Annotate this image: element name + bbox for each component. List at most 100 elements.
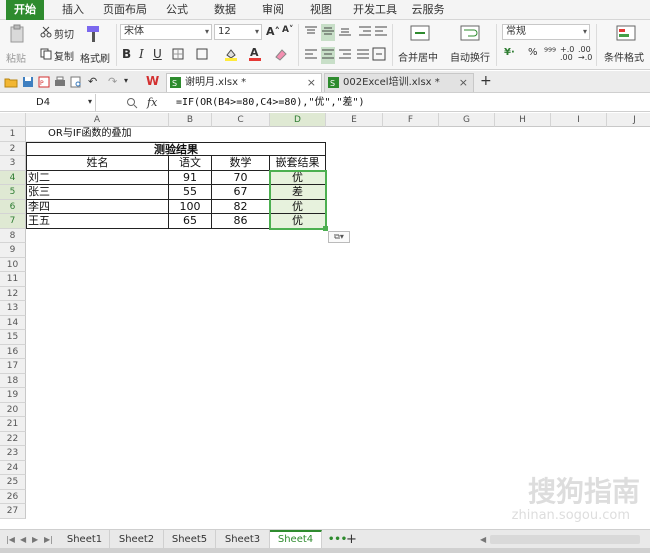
column-header-e[interactable]: E: [326, 113, 383, 127]
align-left-icon[interactable]: [304, 48, 318, 63]
row-header-25[interactable]: 25: [0, 475, 26, 490]
formula-input[interactable]: =IF(OR(B4>=80,C4>=80),"优","差"): [176, 94, 365, 112]
column-header-a[interactable]: A: [26, 113, 169, 127]
cell-title[interactable]: 测验结果: [26, 141, 326, 156]
export-pdf-icon[interactable]: P: [38, 76, 50, 91]
save-icon[interactable]: [22, 76, 34, 91]
result-cell[interactable]: 优: [270, 170, 326, 185]
column-header-g[interactable]: G: [439, 113, 495, 127]
currency-icon[interactable]: ¥·: [504, 47, 515, 58]
chevron-down-icon[interactable]: ▾: [124, 76, 128, 85]
autofill-options-icon[interactable]: ⧉▾: [328, 230, 350, 243]
sheet-tab-sheet2[interactable]: Sheet2: [110, 530, 164, 549]
cut-button[interactable]: 剪切: [54, 26, 74, 41]
column-header-h[interactable]: H: [495, 113, 551, 127]
print-preview-icon[interactable]: [70, 76, 82, 91]
distributed-icon[interactable]: [372, 47, 386, 64]
zoom-icon[interactable]: [126, 97, 138, 112]
percent-icon[interactable]: %: [528, 47, 538, 58]
format-painter-icon[interactable]: [84, 24, 102, 47]
font-shrink-icon[interactable]: A˅: [282, 25, 293, 35]
wrap-text-button[interactable]: 自动换行: [450, 49, 490, 64]
tab-insert[interactable]: 插入: [56, 0, 90, 20]
tab-developer[interactable]: 开发工具: [350, 0, 400, 20]
number-format-select[interactable]: 常规 ▾: [502, 24, 590, 40]
column-header-b[interactable]: B: [169, 113, 212, 127]
column-header-f[interactable]: F: [383, 113, 439, 127]
last-sheet-icon[interactable]: ▶|: [44, 530, 53, 549]
font-color-icon[interactable]: A: [248, 46, 262, 64]
merge-icon[interactable]: [196, 48, 210, 63]
align-center-icon[interactable]: [321, 47, 335, 64]
data-cell[interactable]: 100: [169, 199, 212, 214]
row-header-1[interactable]: 1: [0, 127, 26, 142]
add-sheet-icon[interactable]: +: [346, 530, 357, 549]
prev-sheet-icon[interactable]: ◀: [20, 530, 26, 549]
close-icon[interactable]: ×: [459, 74, 468, 92]
decrease-decimal-icon[interactable]: .00 →.0: [578, 46, 592, 62]
data-cell[interactable]: 91: [169, 170, 212, 185]
data-cell[interactable]: 王五: [26, 214, 169, 229]
row-header-8[interactable]: 8: [0, 228, 26, 243]
chevron-down-icon[interactable]: ▾: [88, 97, 92, 106]
indent-icon[interactable]: [358, 25, 372, 40]
data-cell[interactable]: 刘二: [26, 170, 169, 185]
align-middle-icon[interactable]: [321, 24, 335, 41]
new-tab-icon[interactable]: +: [480, 73, 492, 89]
font-name-select[interactable]: 宋体 ▾: [120, 24, 212, 40]
row-header-15[interactable]: 15: [0, 330, 26, 345]
increase-decimal-icon[interactable]: +.0.00: [560, 46, 574, 62]
align-right-icon[interactable]: [338, 48, 352, 63]
row-header-19[interactable]: 19: [0, 388, 26, 403]
paste-button-label[interactable]: 粘贴: [6, 50, 26, 65]
bold-icon[interactable]: B: [122, 47, 131, 61]
name-box[interactable]: D4: [0, 94, 96, 112]
paste-icon[interactable]: [8, 24, 26, 47]
cut-icon[interactable]: [40, 26, 52, 41]
fill-color-icon[interactable]: [224, 47, 238, 64]
align-bottom-icon[interactable]: [338, 25, 352, 40]
copy-button[interactable]: 复制: [54, 48, 74, 63]
clear-format-icon[interactable]: [274, 47, 288, 64]
row-header-21[interactable]: 21: [0, 417, 26, 432]
row-header-17[interactable]: 17: [0, 359, 26, 374]
row-header-10[interactable]: 10: [0, 257, 26, 272]
row-header-6[interactable]: 6: [0, 199, 26, 214]
tab-data[interactable]: 数据: [208, 0, 242, 20]
select-all-corner[interactable]: [0, 113, 26, 127]
doc-tab-excel-training[interactable]: 002Excel培训.xlsx * ×: [324, 73, 474, 92]
row-header-14[interactable]: 14: [0, 315, 26, 330]
border-icon[interactable]: [172, 48, 186, 63]
underline-icon[interactable]: U: [153, 47, 162, 61]
worksheet-grid[interactable]: A B C D E F G H I J 1 2 3 4 5 6 7 8 9 10 11 12 13 14 15 16 17 18 19 2…: [0, 113, 650, 529]
row-header-4[interactable]: 4: [0, 170, 26, 185]
sheet-tab-sheet1[interactable]: Sheet1: [60, 530, 110, 549]
row-header-24[interactable]: 24: [0, 460, 26, 475]
italic-icon[interactable]: I: [139, 47, 144, 61]
row-header-26[interactable]: 26: [0, 489, 26, 504]
data-cell[interactable]: 82: [212, 199, 270, 214]
data-cell[interactable]: 李四: [26, 199, 169, 214]
tab-cloud[interactable]: 云服务: [408, 0, 448, 20]
data-cell[interactable]: 86: [212, 214, 270, 229]
tab-formulas[interactable]: 公式: [160, 0, 194, 20]
data-cell[interactable]: 张三: [26, 185, 169, 200]
row-header-16[interactable]: 16: [0, 344, 26, 359]
align-top-icon[interactable]: [304, 25, 318, 40]
row-header-7[interactable]: 7: [0, 214, 26, 229]
row-header-27[interactable]: 27: [0, 504, 26, 519]
more-sheets-icon[interactable]: •••: [328, 530, 347, 549]
conditional-format-button[interactable]: 条件格式: [604, 49, 644, 64]
row-header-11[interactable]: 11: [0, 272, 26, 287]
row-header-12[interactable]: 12: [0, 286, 26, 301]
header-cell[interactable]: 嵌套结果: [270, 156, 326, 171]
sheet-tab-sheet3[interactable]: Sheet3: [216, 530, 270, 549]
row-header-20[interactable]: 20: [0, 402, 26, 417]
data-cell[interactable]: 67: [212, 185, 270, 200]
row-header-5[interactable]: 5: [0, 185, 26, 200]
row-header-22[interactable]: 22: [0, 431, 26, 446]
conditional-format-icon[interactable]: [616, 24, 636, 47]
tab-home[interactable]: 开始: [6, 0, 44, 20]
result-cell[interactable]: 优: [270, 214, 326, 229]
tab-view[interactable]: 视图: [304, 0, 338, 20]
